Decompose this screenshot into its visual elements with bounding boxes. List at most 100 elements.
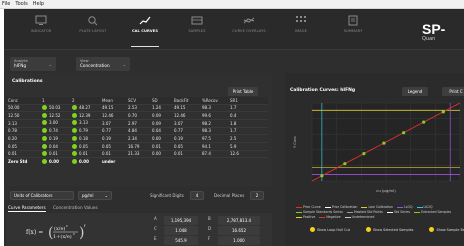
col-scv[interactable]: SCV [126, 97, 150, 104]
table-row[interactable]: 3.13 3.00 3.13 3.07 2.97 0.09 3.07 98.2 1.8 [6, 118, 268, 128]
search-plate-icon [88, 16, 98, 26]
check-icon[interactable] [42, 151, 47, 157]
table-row[interactable]: 0.78 0.74 0.79 0.77 4.84 0.04 0.77 98.3 1.7 [6, 126, 268, 135]
check-icon[interactable] [72, 135, 77, 141]
check-icon[interactable] [72, 128, 77, 134]
cell-c2: 0.05 [70, 141, 100, 151]
menu-file[interactable]: File [2, 1, 10, 7]
view-value: Concentration [80, 63, 110, 68]
col-recov[interactable]: %Recov [200, 97, 228, 104]
tab-curve-parameters[interactable]: Curve Parameters [8, 205, 46, 212]
table-row[interactable]: 0.20 0.19 0.18 0.19 2.34 0.00 0.19 97.5 2.5 [6, 134, 268, 143]
cell-scv [126, 157, 150, 166]
check-icon[interactable] [42, 143, 47, 149]
cell-backfit: 0.05 [172, 141, 200, 151]
nav-cal-curves[interactable]: CAL CURVES [122, 15, 168, 49]
legend-swatch [344, 216, 351, 218]
check-icon[interactable] [42, 159, 47, 165]
toggle-option[interactable]: Show Sample Backdrop [429, 227, 464, 232]
cell-scv: 2.97 [126, 118, 150, 128]
table-row[interactable]: 12.50 12.52 12.39 12.46 0.70 0.09 12.46 99.6 0.4 [6, 111, 268, 120]
toggle-option[interactable]: Show Loop Hull Cut [310, 227, 358, 232]
check-icon[interactable] [42, 135, 47, 141]
cell-sr1: 1.7 [228, 126, 268, 135]
check-icon[interactable] [42, 128, 47, 134]
nav-label: SUMMARY [343, 29, 363, 33]
x-axis-label: cu (pg/ml) [376, 188, 396, 193]
menu-help[interactable]: Help [33, 1, 44, 7]
view-select[interactable]: View Concentration ⌄ [76, 57, 130, 71]
col-backfit[interactable]: BackFit [172, 97, 200, 104]
toggle-option[interactable]: Show Selected Samples [365, 227, 421, 232]
cell-c2: 0.79 [70, 126, 100, 135]
cell-sd: 0.00 [150, 149, 172, 158]
legend-label: Prior Curve [303, 205, 321, 209]
nav-label: IMAGE [294, 29, 308, 33]
cell-sd: 0.00 [150, 134, 172, 143]
param-value[interactable]: 1.000 [218, 236, 260, 245]
param-value[interactable]: 545.9 [164, 236, 198, 245]
cell-sd: 1.24 [150, 103, 172, 112]
check-icon[interactable] [72, 159, 77, 165]
sig-digits-value: 4 [195, 193, 199, 198]
decimal-places-stepper[interactable]: 2 [250, 191, 264, 200]
active-tab-indicator [131, 45, 159, 47]
check-icon[interactable] [42, 120, 47, 126]
cell-recov: 97.5 [200, 134, 228, 143]
nav-curve-overlays[interactable]: CURVE OVERLAYS [226, 15, 272, 49]
check-icon[interactable] [72, 151, 77, 157]
col-1[interactable]: 1 [40, 97, 70, 104]
calibration-chart[interactable]: Y Conc cu (pg/ml) [290, 99, 464, 195]
col-conc[interactable]: Conc [6, 97, 40, 104]
param-value[interactable]: 1.048 [164, 226, 198, 235]
sig-digits-stepper[interactable]: 4 [190, 191, 204, 200]
toggle-icon [365, 227, 371, 232]
param-value[interactable]: 2,787,813.4 [218, 216, 260, 225]
cell-recov: 87.4 [200, 149, 228, 158]
check-icon[interactable] [42, 105, 47, 111]
col-2[interactable]: 2 [70, 97, 100, 104]
cell-sr1: 12.6 [228, 149, 268, 158]
col-sd[interactable]: SD [150, 97, 172, 104]
chevron-down-icon: ⌄ [104, 193, 108, 198]
toggle-label: Show Selected Samples [372, 227, 414, 232]
table-row[interactable]: 0.01 0.01 0.01 0.01 21.33 0.00 0.01 87.4 12.6 [6, 149, 268, 158]
check-icon[interactable] [72, 143, 77, 149]
nav-summary[interactable]: SUMMARY [330, 15, 376, 49]
table-row[interactable]: 0.05 0.04 0.05 0.05 16.79 0.01 0.05 94.1 5.9 [6, 141, 268, 151]
col-sr1[interactable]: SR1 [228, 97, 268, 104]
check-icon[interactable] [72, 120, 77, 126]
print-chart-button[interactable]: Print C [442, 87, 464, 96]
units-label: Units of Calibrators [14, 193, 53, 198]
analyte-select[interactable]: Analyte hIFNg ⌄ [10, 57, 56, 71]
nav-indicator[interactable]: INDICATOR [18, 15, 64, 49]
cell-backfit [172, 157, 200, 166]
table-row[interactable]: Zero Std 0.00 0.00 under [6, 157, 268, 166]
cell-sr1: 2.5 [228, 134, 268, 143]
nav-samples[interactable]: SAMPLES [174, 15, 220, 49]
param-value[interactable]: 1,195,394 [164, 216, 198, 225]
cell-conc: 0.20 [6, 134, 40, 143]
cell-value: 50.03 [49, 105, 61, 111]
svg-text:f(x) =: f(x) = [26, 229, 43, 236]
table-row[interactable]: 50.00 50.03 48.27 49.15 2.53 1.24 49.15 98.3 1.7 [6, 103, 268, 112]
units-select[interactable]: pg/ml ⌄ [78, 191, 112, 200]
check-icon[interactable] [42, 112, 47, 118]
tab-concentration-values[interactable]: Concentration Values [53, 205, 98, 210]
menu-tools[interactable]: Tools [15, 1, 27, 7]
print-table-button[interactable]: Print Table [228, 87, 258, 96]
check-icon[interactable] [72, 112, 77, 118]
svg-text:c: c [66, 224, 68, 228]
nav-plate-layout[interactable]: PLATE LAYOUT [70, 15, 116, 49]
table-header-row: Conc 1 2 Mean SCV SD BackFit %Recov SR1 [6, 97, 268, 104]
cell-sd: 0.09 [150, 118, 172, 128]
units-value: pg/ml [82, 193, 94, 198]
check-icon[interactable] [72, 105, 77, 111]
units-field[interactable]: Units of Calibrators [10, 191, 74, 200]
legend-button[interactable]: Legend [402, 87, 428, 96]
parameter-tabs: Curve Parameters Concentration Values [8, 205, 104, 212]
cell-c2: 0.01 [70, 149, 100, 158]
param-value[interactable]: 16.652 [218, 226, 260, 235]
nav-image[interactable]: IMAGE [278, 15, 324, 49]
col-mean[interactable]: Mean [100, 97, 126, 104]
